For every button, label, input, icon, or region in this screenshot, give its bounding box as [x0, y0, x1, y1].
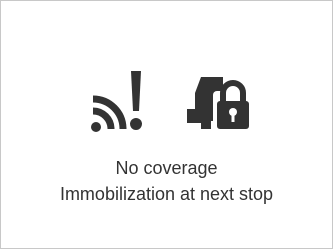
coverage-status-text: No coverage	[115, 158, 218, 178]
vehicle-lock-icon	[187, 77, 253, 131]
immobilization-status-text: Immobilization at next stop	[59, 184, 274, 204]
no-coverage-wifi-warning-icon	[91, 71, 142, 132]
status-icons	[1, 69, 332, 133]
status-panel: No coverage Immobilization at next stop	[0, 0, 333, 249]
